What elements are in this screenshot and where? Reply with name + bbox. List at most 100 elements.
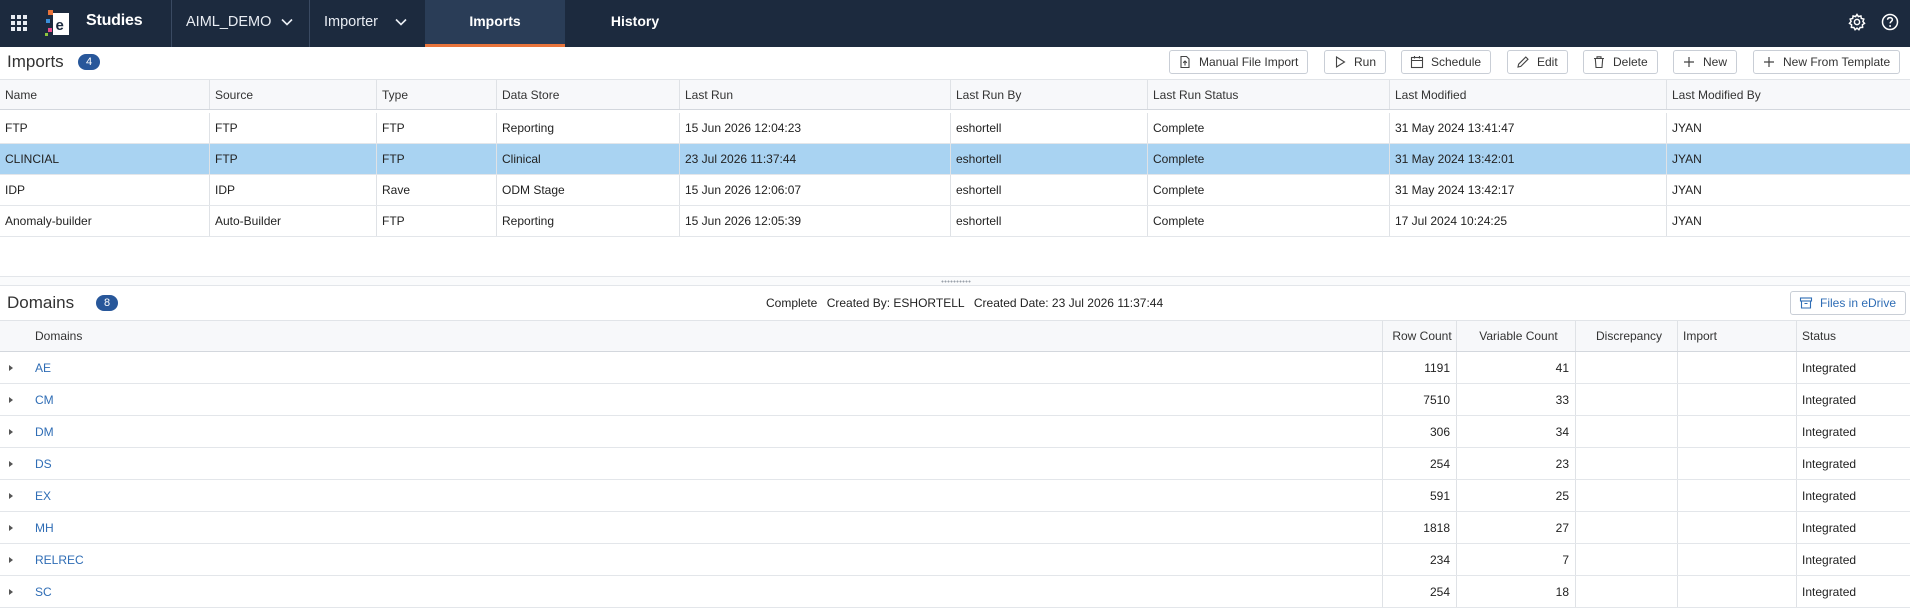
cell-last-modified: 31 May 2024 13:41:47	[1389, 113, 1666, 143]
domain-name-cell[interactable]: CM	[0, 384, 1382, 415]
app-brand[interactable]: Studies	[86, 12, 143, 30]
cell-last-modified-by: JYAN	[1666, 144, 1910, 174]
files-in-edrive-button[interactable]: Files in eDrive	[1790, 291, 1906, 315]
edit-button[interactable]: Edit	[1507, 50, 1568, 74]
calendar-icon	[1410, 56, 1424, 69]
domain-link[interactable]: MH	[35, 521, 54, 535]
splitter-grip-icon[interactable]	[941, 280, 971, 283]
expand-caret-icon[interactable]	[9, 492, 13, 499]
column-header-variable-count[interactable]: Variable Count	[1456, 321, 1575, 351]
table-row[interactable]: Anomaly-builder Auto-Builder FTP Reporti…	[0, 206, 1910, 237]
cell-last-run-status: Complete	[1147, 206, 1389, 236]
schedule-button[interactable]: Schedule	[1401, 50, 1492, 74]
table-row-selected[interactable]: CLINCIAL FTP FTP Clinical 23 Jul 2026 11…	[0, 144, 1910, 175]
domain-link[interactable]: EX	[35, 489, 51, 503]
cell-source: Auto-Builder	[209, 206, 376, 236]
expand-caret-icon[interactable]	[9, 396, 13, 403]
imports-count-badge: 4	[78, 54, 100, 70]
domain-name-cell[interactable]: EX	[0, 480, 1382, 511]
tab-history[interactable]: History	[565, 0, 705, 47]
cell-status: Integrated	[1796, 544, 1910, 575]
new-label: New	[1703, 55, 1728, 69]
apps-grid-icon[interactable]	[11, 15, 27, 31]
pencil-icon	[1517, 56, 1529, 68]
domain-link[interactable]: DM	[35, 425, 54, 439]
expand-caret-icon[interactable]	[9, 524, 13, 531]
settings-gear-icon[interactable]	[1847, 12, 1867, 32]
domain-row[interactable]: CM 7510 33 Integrated	[0, 384, 1910, 416]
cell-variable-count: 25	[1456, 480, 1575, 511]
column-header-last-run-by[interactable]: Last Run By	[950, 80, 1147, 109]
column-header-domains[interactable]: Domains	[0, 321, 1382, 351]
new-from-template-button[interactable]: New From Template	[1753, 50, 1901, 74]
expand-caret-icon[interactable]	[9, 460, 13, 467]
domain-link[interactable]: RELREC	[35, 553, 84, 567]
domain-row[interactable]: RELREC 234 7 Integrated	[0, 544, 1910, 576]
column-header-status[interactable]: Status	[1796, 321, 1910, 351]
delete-label: Delete	[1613, 55, 1648, 69]
cell-data-store: Clinical	[496, 144, 679, 174]
cell-last-modified-by: JYAN	[1666, 206, 1910, 236]
tab-imports[interactable]: Imports	[425, 0, 565, 47]
domains-title: Domains	[7, 293, 75, 312]
domain-name-cell[interactable]: DM	[0, 416, 1382, 447]
cell-name: IDP	[5, 183, 26, 197]
expand-caret-icon[interactable]	[9, 556, 13, 563]
svg-text:e: e	[56, 17, 64, 34]
domain-row[interactable]: MH 1818 27 Integrated	[0, 512, 1910, 544]
column-header-last-modified[interactable]: Last Modified	[1389, 80, 1666, 109]
panel-splitter[interactable]	[0, 276, 1910, 286]
cell-variable-count: 18	[1456, 576, 1575, 607]
domain-row[interactable]: EX 591 25 Integrated	[0, 480, 1910, 512]
column-header-name[interactable]: Name	[0, 80, 209, 109]
domain-name-cell[interactable]: RELREC	[0, 544, 1382, 575]
study-selector[interactable]: AIML_DEMO	[186, 14, 271, 30]
cell-type: FTP	[376, 144, 496, 174]
cell-import	[1677, 480, 1796, 511]
cell-import	[1677, 352, 1796, 383]
chevron-down-icon[interactable]	[394, 15, 408, 29]
expand-caret-icon[interactable]	[9, 588, 13, 595]
column-header-source[interactable]: Source	[209, 80, 376, 109]
created-by-text: Created By: ESHORTELL	[826, 296, 965, 310]
expand-caret-icon[interactable]	[9, 364, 13, 371]
run-button[interactable]: Run	[1324, 50, 1387, 74]
domain-row[interactable]: DM 306 34 Integrated	[0, 416, 1910, 448]
cell-data-store: Reporting	[496, 113, 679, 143]
domain-name-cell[interactable]: SC	[0, 576, 1382, 607]
table-row[interactable]: IDP IDP Rave ODM Stage 15 Jun 2026 12:06…	[0, 175, 1910, 206]
chevron-down-icon[interactable]	[280, 15, 294, 29]
column-header-data-store[interactable]: Data Store	[496, 80, 679, 109]
cell-last-run-status: Complete	[1147, 113, 1389, 143]
column-header-last-run[interactable]: Last Run	[679, 80, 950, 109]
manual-file-import-button[interactable]: Manual File Import	[1169, 50, 1309, 74]
domain-link[interactable]: SC	[35, 585, 52, 599]
domain-row[interactable]: SC 254 18 Integrated	[0, 576, 1910, 608]
column-header-type[interactable]: Type	[376, 80, 496, 109]
cell-discrepancy	[1575, 576, 1677, 607]
table-row[interactable]: FTP FTP FTP Reporting 15 Jun 2026 12:04:…	[0, 113, 1910, 144]
column-header-import[interactable]: Import	[1677, 321, 1796, 351]
cell-data-store: ODM Stage	[496, 175, 679, 205]
column-header-last-run-status[interactable]: Last Run Status	[1147, 80, 1389, 109]
domain-link[interactable]: DS	[35, 457, 52, 471]
domain-name-cell[interactable]: AE	[0, 352, 1382, 383]
cell-row-count: 234	[1382, 544, 1456, 575]
domain-link[interactable]: AE	[35, 361, 51, 375]
module-selector[interactable]: Importer	[324, 14, 378, 30]
help-icon[interactable]	[1880, 12, 1900, 32]
domain-link[interactable]: CM	[35, 393, 54, 407]
domain-row[interactable]: AE 1191 41 Integrated	[0, 352, 1910, 384]
column-header-row-count[interactable]: Row Count	[1382, 321, 1456, 351]
column-header-discrepancy[interactable]: Discrepancy	[1575, 321, 1677, 351]
domain-row[interactable]: DS 254 23 Integrated	[0, 448, 1910, 480]
domain-name-cell[interactable]: DS	[0, 448, 1382, 479]
delete-button[interactable]: Delete	[1583, 50, 1658, 74]
edit-label: Edit	[1537, 55, 1558, 69]
new-button[interactable]: New	[1673, 50, 1738, 74]
domain-name-cell[interactable]: MH	[0, 512, 1382, 543]
cell-last-run: 23 Jul 2026 11:37:44	[679, 144, 950, 174]
cell-last-run-status: Complete	[1147, 144, 1389, 174]
expand-caret-icon[interactable]	[9, 428, 13, 435]
column-header-last-modified-by[interactable]: Last Modified By	[1666, 80, 1910, 109]
